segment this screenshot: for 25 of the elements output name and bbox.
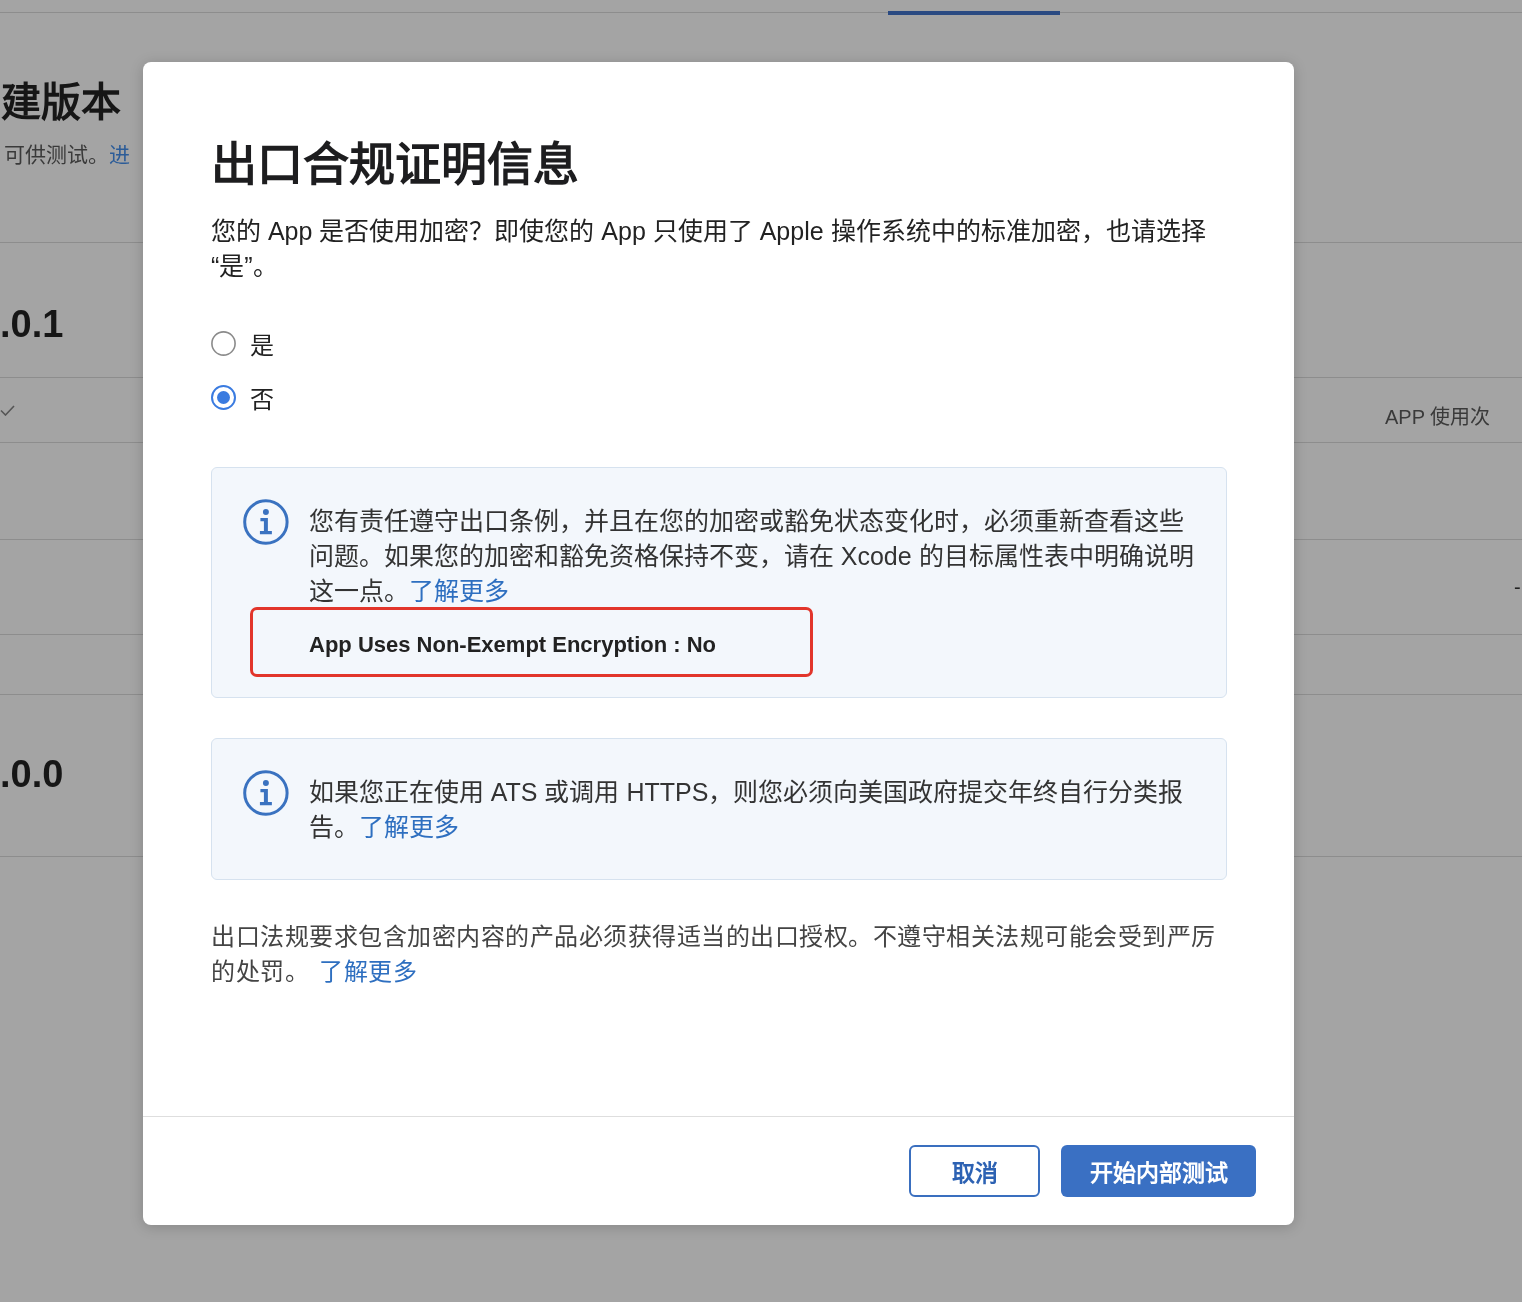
cancel-button[interactable]: 取消 [909, 1145, 1040, 1197]
option-label: 否 [250, 384, 274, 415]
footnote-text: 出口法规要求包含加密内容的产品必须获得适当的出口授权。不遵守相关法规可能会受到严厉的处罚。 了解更多 [211, 922, 1217, 987]
notice-text: 如果您正在使用 ATS 或调用 HTTPS，则您必须向美国政府提交年终自行分类报告。了解更多 [308, 777, 1185, 843]
info-icon [243, 770, 289, 816]
confirm-button[interactable]: 开始内部测试 [1061, 1145, 1256, 1197]
setting-text: App Uses Non-Exempt Encryption : No [250, 607, 813, 677]
check-icon [0, 404, 15, 416]
column-header: APP 使用次 [1385, 404, 1492, 430]
learn-more-link[interactable]: 了解更多 [358, 813, 459, 841]
notice-text: 您有责任遵守出口条例，并且在您的加密或豁免状态变化时，必须重新查看这些问题。如果您的加密和豁免资格保持不变，请在 Xcode 的目标属性表中明确说明这一点。了解更多 [308, 506, 1195, 607]
radio-button[interactable] [211, 384, 236, 410]
table-cell: - [1514, 575, 1522, 599]
dialog-title: 出口合规证明信息 [211, 137, 580, 192]
page-subtitle: 可供测试。进 [4, 142, 130, 168]
page-link[interactable]: 进 [109, 143, 130, 166]
learn-more-link[interactable]: 了解更多 [408, 577, 509, 605]
version-number: .0.1 [0, 303, 64, 345]
info-icon [243, 499, 289, 545]
question-text: 您的 App 是否使用加密？即使您的 App 只使用了 Apple 操作系统中的标准加密，也请选择“是”。 [211, 216, 1207, 282]
option-label: 是 [250, 330, 274, 361]
version-number: .0.0 [0, 753, 64, 795]
page-heading: 建版本 [1, 79, 121, 126]
radio-button[interactable] [211, 330, 236, 356]
learn-more-link[interactable]: 了解更多 [319, 958, 417, 985]
